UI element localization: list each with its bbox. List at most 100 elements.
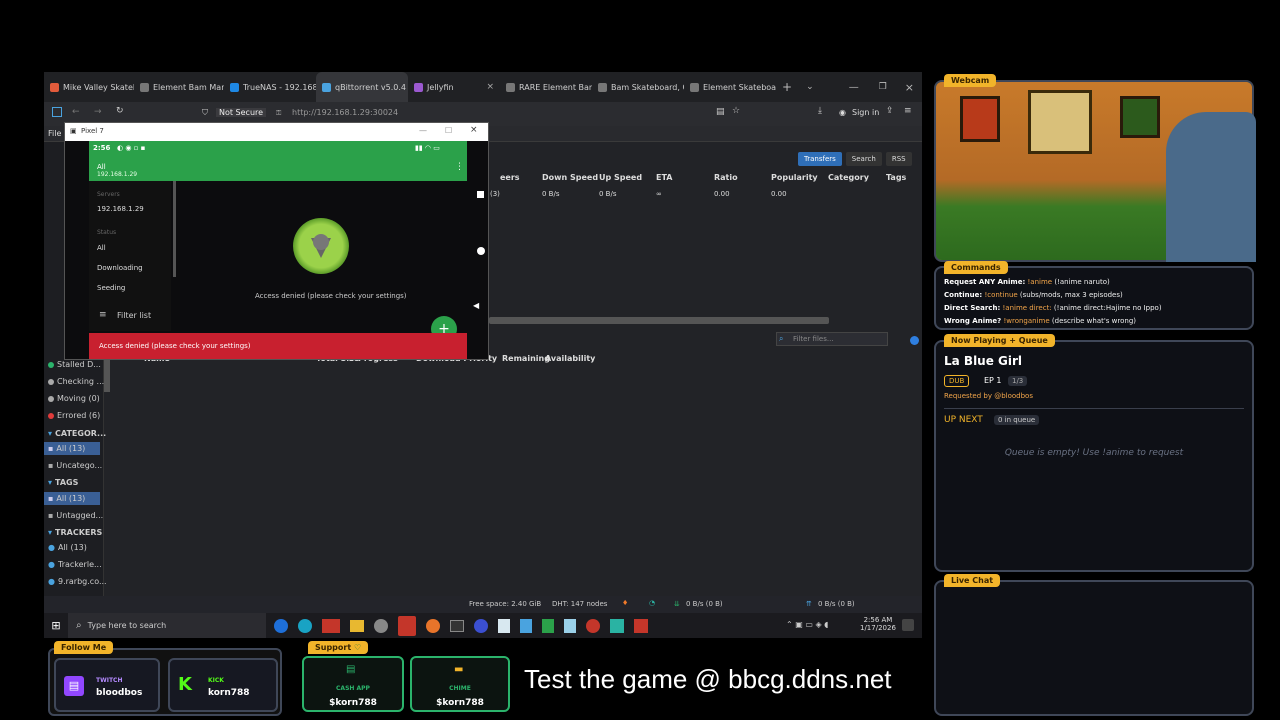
app-icon-browser[interactable] bbox=[274, 618, 288, 633]
back-icon[interactable]: ← bbox=[72, 107, 80, 117]
column-remaining[interactable]: Remaining bbox=[502, 354, 550, 363]
app-icon-record[interactable] bbox=[586, 618, 600, 633]
file-menu[interactable]: File bbox=[48, 129, 61, 138]
app-icon-vscode[interactable] bbox=[610, 618, 624, 633]
column-tags[interactable]: Tags bbox=[886, 173, 906, 182]
app-icon-android-studio[interactable] bbox=[542, 618, 554, 633]
minimize-icon[interactable]: — bbox=[849, 82, 859, 93]
sidebar-toggle-icon[interactable] bbox=[52, 107, 62, 117]
status-item-seeding[interactable]: Seeding bbox=[97, 284, 125, 292]
tab-search[interactable]: Search bbox=[845, 152, 882, 166]
sidebar-item-tracker-all[interactable]: ● All (13) bbox=[48, 543, 87, 552]
column-ratio[interactable]: Ratio bbox=[714, 173, 738, 182]
close-tab-icon[interactable]: × bbox=[486, 82, 494, 92]
windows-start-icon[interactable]: ⊞ bbox=[44, 619, 68, 632]
sidebar-item-category-all[interactable]: ▪ All (13) bbox=[44, 442, 100, 455]
tray-icons[interactable]: ⌃ ▣ ▭ ◈ ◖ bbox=[786, 620, 828, 629]
browser-tab[interactable]: RARE Element Bam× bbox=[500, 72, 592, 102]
forward-icon[interactable]: → bbox=[94, 107, 102, 117]
app-icon-pdf[interactable] bbox=[634, 618, 648, 633]
emulator-minimize-icon[interactable]: — bbox=[419, 126, 427, 135]
window-close-icon[interactable]: × bbox=[905, 81, 914, 94]
sidebar-item-stalled[interactable]: Stalled D... bbox=[48, 360, 101, 369]
app-icon-explorer[interactable] bbox=[350, 619, 364, 632]
globe-icon: ● bbox=[48, 543, 55, 552]
sidebar-item-errored[interactable]: Errored (6) bbox=[48, 411, 100, 420]
cell-peers: (3) bbox=[490, 190, 500, 198]
emulator-maximize-icon[interactable]: ☐ bbox=[445, 126, 452, 135]
overview-button-icon[interactable] bbox=[477, 191, 484, 198]
sidebar-item-tag-all[interactable]: ▪ All (13) bbox=[44, 492, 100, 505]
notification-icon[interactable] bbox=[902, 619, 914, 631]
tab-rss[interactable]: RSS bbox=[885, 152, 912, 166]
browser-tab[interactable]: TrueNAS - 192.168.× bbox=[224, 72, 316, 102]
sidebar-item-checking[interactable]: Checking ... bbox=[48, 377, 104, 386]
bookmark-star-icon[interactable]: ☆ bbox=[732, 106, 740, 116]
restore-icon[interactable]: ❐ bbox=[879, 82, 887, 92]
twitch-card: ▤ TWITCH bloodbos bbox=[54, 658, 160, 712]
categories-header[interactable]: ▾ CATEGOR... bbox=[48, 429, 106, 438]
url-field[interactable]: http://192.168.1.29:30024 bbox=[292, 108, 398, 117]
back-button-icon[interactable]: ◀ bbox=[473, 301, 479, 310]
browser-tab[interactable]: Mike Valley Skatebo bbox=[44, 72, 134, 102]
info-icon[interactable] bbox=[910, 336, 919, 345]
home-button-icon[interactable] bbox=[477, 247, 485, 255]
column-up-speed[interactable]: Up Speed bbox=[599, 173, 642, 182]
reload-icon[interactable]: ↻ bbox=[116, 106, 124, 116]
menu-icon[interactable]: ≡ bbox=[904, 106, 912, 116]
tab-transfers[interactable]: Transfers bbox=[798, 152, 842, 166]
sidebar-item-trackerless[interactable]: ● Trackerle... bbox=[48, 560, 102, 569]
column-availability[interactable]: Availability bbox=[545, 354, 595, 363]
app-icon-terminal[interactable] bbox=[450, 619, 464, 632]
browser-tab-active[interactable]: qBittorrent v5.0.4 W× bbox=[316, 72, 408, 102]
not-secure-badge[interactable]: Not Secure bbox=[216, 108, 267, 117]
drawer-scrollbar[interactable] bbox=[173, 181, 176, 277]
download-icon[interactable]: ⤓ bbox=[818, 106, 822, 116]
server-item[interactable]: 192.168.1.29 bbox=[97, 205, 144, 213]
app-icon-media[interactable] bbox=[474, 618, 488, 633]
app-icon-chrome[interactable] bbox=[374, 618, 388, 633]
sidebar-item-tracker-rarbg[interactable]: ● 9.rarbg.co... bbox=[48, 577, 107, 586]
share-icon[interactable]: ⇪ bbox=[886, 106, 894, 116]
speed-limit-icon[interactable]: ◔ bbox=[649, 599, 655, 607]
app-icon-vpn[interactable] bbox=[520, 618, 532, 633]
sidebar-item-uncategorized[interactable]: ▪ Uncatego... bbox=[48, 461, 102, 470]
chevron-down-icon: ▾ bbox=[48, 478, 53, 487]
column-category[interactable]: Category bbox=[828, 173, 869, 182]
taskbar-clock[interactable]: 2:56 AM 1/17/2026 bbox=[860, 616, 896, 632]
status-item-all[interactable]: All bbox=[97, 244, 106, 252]
browser-tab[interactable]: Bam Skateboard, C× bbox=[592, 72, 684, 102]
account-icon[interactable]: ◉ bbox=[839, 108, 846, 117]
reader-view-icon[interactable]: ▤ bbox=[716, 107, 725, 117]
app-icon-tool[interactable] bbox=[564, 618, 576, 633]
column-peers[interactable]: eers bbox=[500, 173, 520, 182]
browser-tab[interactable]: Element Bam Marg× bbox=[134, 72, 224, 102]
app-icon-edge[interactable] bbox=[298, 618, 312, 633]
browser-tab[interactable]: Element Skateboar× bbox=[684, 72, 776, 102]
drawer: Servers 192.168.1.29 Status All Download… bbox=[89, 181, 171, 331]
filter-list-button[interactable]: Filter list bbox=[117, 311, 151, 320]
taskbar-search-box[interactable]: ⌕ Type here to search bbox=[68, 613, 266, 638]
app-icon-notes[interactable] bbox=[498, 618, 510, 633]
emulator-close-icon[interactable]: × bbox=[470, 125, 478, 135]
dub-badge: DUB bbox=[944, 375, 970, 387]
tab-list-chevron-icon[interactable]: ⌄ bbox=[806, 82, 814, 92]
column-eta[interactable]: ETA bbox=[656, 173, 673, 182]
cash-icon: ▤ bbox=[346, 664, 356, 675]
sidebar-item-untagged[interactable]: ▪ Untagged... bbox=[48, 511, 103, 520]
sidebar-item-moving[interactable]: Moving (0) bbox=[48, 394, 100, 403]
tags-header[interactable]: ▾ TAGS bbox=[48, 478, 78, 487]
app-icon-stream[interactable] bbox=[322, 618, 340, 633]
horizontal-scrollbar[interactable] bbox=[489, 317, 829, 324]
sign-in-button[interactable]: Sign in bbox=[852, 108, 879, 117]
trackers-header[interactable]: ▾ TRACKERS bbox=[48, 528, 102, 537]
overflow-menu-icon[interactable]: ⋮ bbox=[455, 162, 464, 172]
column-down-speed[interactable]: Down Speed bbox=[542, 173, 598, 182]
status-item-downloading[interactable]: Downloading bbox=[97, 264, 143, 272]
browser-tab[interactable]: Jellyfin × bbox=[408, 72, 500, 102]
column-popularity[interactable]: Popularity bbox=[771, 173, 818, 182]
new-tab-icon[interactable]: + bbox=[782, 80, 792, 94]
filter-files-input[interactable]: ⌕ Filter files... bbox=[776, 332, 888, 346]
app-icon-firefox[interactable] bbox=[426, 618, 440, 633]
app-icon-active[interactable] bbox=[398, 615, 416, 636]
